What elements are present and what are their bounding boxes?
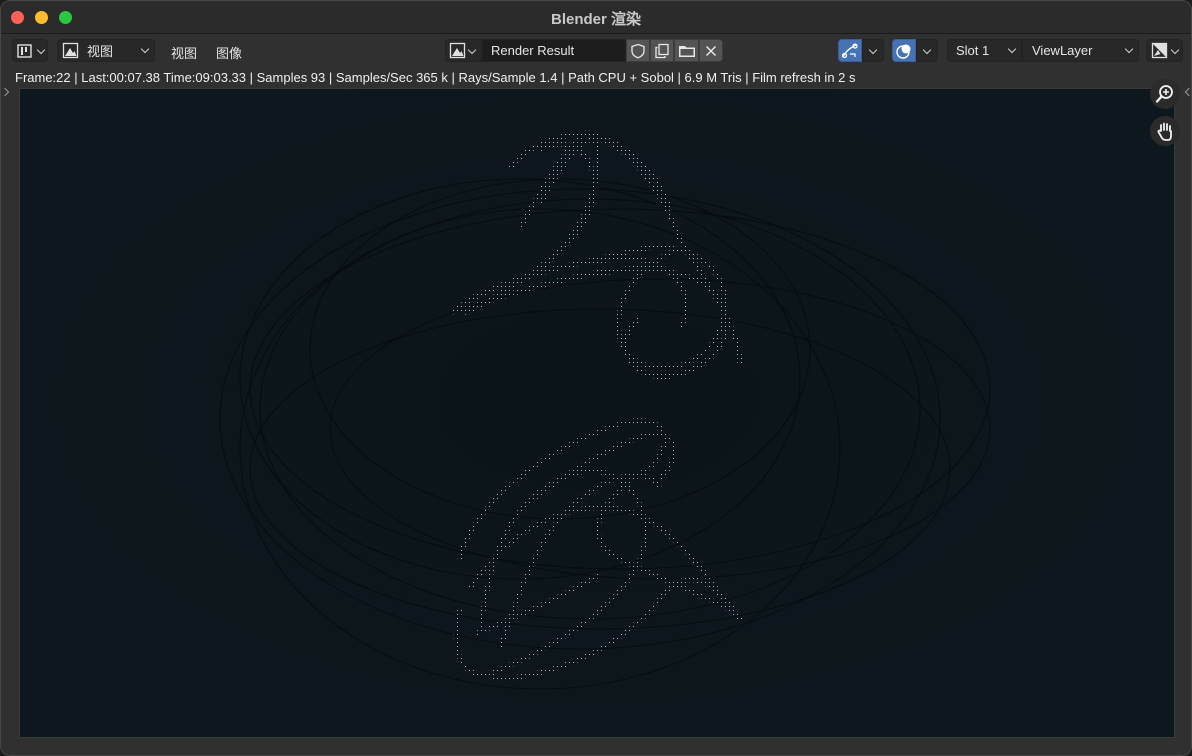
menu-image[interactable]: 图像 xyxy=(216,43,242,62)
gizmo-options-dropdown[interactable] xyxy=(862,39,884,62)
chevron-down-icon xyxy=(922,46,932,56)
bottom-bar xyxy=(1,739,1191,755)
render-status-text: Frame:22 | Last:00:07.38 Time:09:03.33 |… xyxy=(15,70,856,85)
toolbar-expand-arrow-icon[interactable] xyxy=(2,87,10,97)
image-viewport[interactable] xyxy=(19,88,1175,738)
overlays-icon xyxy=(896,44,911,59)
display-channels-icon xyxy=(1151,42,1168,59)
gizmo-icon xyxy=(841,42,858,58)
zoom-in-icon xyxy=(1155,85,1173,103)
zoom-button[interactable] xyxy=(1150,79,1180,109)
view-mode-selector[interactable]: 视图 xyxy=(57,39,155,62)
editor-type-selector[interactable] xyxy=(12,39,48,62)
show-gizmo-toggle[interactable] xyxy=(838,39,862,62)
chevron-down-icon xyxy=(140,45,150,55)
render-result-image xyxy=(20,89,1174,737)
open-image-button[interactable] xyxy=(674,39,699,62)
chevron-down-icon xyxy=(36,46,46,56)
show-overlays-toggle[interactable] xyxy=(892,39,916,62)
window-title: Blender 渲染 xyxy=(550,11,641,28)
image-name-field[interactable]: Render Result xyxy=(482,39,626,62)
duplicate-icon xyxy=(655,43,669,58)
chevron-down-icon xyxy=(868,46,878,56)
render-status-bar: Frame:22 | Last:00:07.38 Time:09:03.33 |… xyxy=(1,66,1191,88)
menu-view[interactable]: 视图 xyxy=(171,43,197,62)
pan-button[interactable] xyxy=(1150,116,1180,146)
image-browse-icon xyxy=(449,42,466,59)
view-mode-label: 视图 xyxy=(87,44,114,59)
view-layer-selector[interactable]: ViewLayer xyxy=(1022,39,1139,62)
shield-icon xyxy=(631,43,645,58)
image-name-value: Render Result xyxy=(491,43,575,58)
hand-icon xyxy=(1157,122,1172,141)
close-icon xyxy=(705,45,717,56)
new-image-button[interactable] xyxy=(650,39,674,62)
browse-image-button[interactable] xyxy=(445,39,482,62)
unlink-image-button[interactable] xyxy=(699,39,723,62)
chevron-down-icon xyxy=(1124,45,1134,55)
chevron-down-icon xyxy=(1170,46,1180,56)
image-icon xyxy=(62,42,79,59)
title-bar: Blender 渲染 xyxy=(1,1,1191,34)
image-editor-icon xyxy=(17,43,32,58)
view-layer-label: ViewLayer xyxy=(1032,43,1093,58)
overlays-options-dropdown[interactable] xyxy=(916,39,938,62)
render-slot-selector[interactable]: Slot 1 xyxy=(947,39,1022,62)
image-editor-header: 视图 视图 图像 Render Result Slot 1 ViewLayer xyxy=(1,35,1191,66)
blender-render-window: Blender 渲染 视图 视图 图像 Render Result Slot 1… xyxy=(0,0,1192,756)
display-channels-selector[interactable] xyxy=(1146,39,1183,62)
chevron-down-icon xyxy=(467,46,477,56)
fake-user-button[interactable] xyxy=(626,39,650,62)
chevron-down-icon xyxy=(1007,45,1017,55)
render-slot-label: Slot 1 xyxy=(956,43,990,58)
folder-icon xyxy=(678,45,695,57)
sidebar-expand-arrow-icon[interactable] xyxy=(1184,87,1191,97)
